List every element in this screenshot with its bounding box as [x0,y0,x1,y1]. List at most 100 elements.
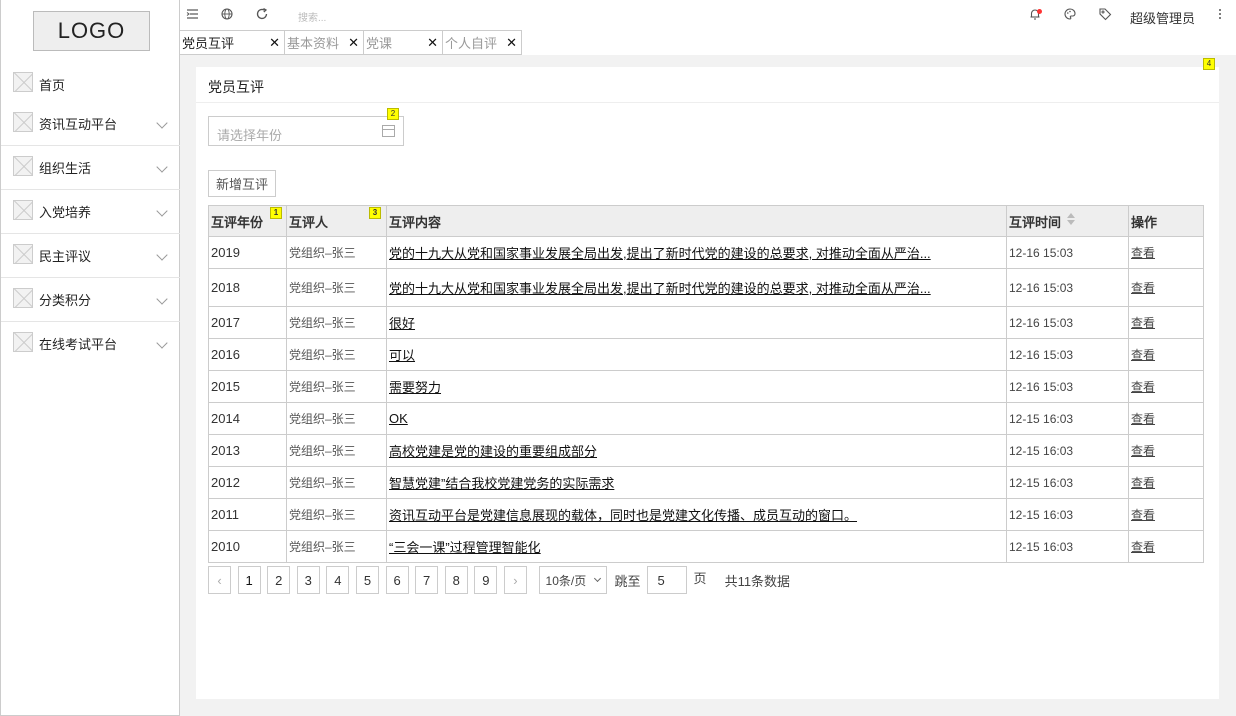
header-time[interactable]: 互评时间 [1006,205,1129,237]
content-link[interactable]: 智慧党建”结合我校党建党务的实际需求 [389,476,614,491]
close-icon[interactable]: ✕ [427,35,438,51]
close-icon[interactable]: ✕ [506,35,517,51]
pagination: ‹ 123456789 › 10条/页 跳至 5 页 共11条数据 [208,565,790,595]
content-link[interactable]: 资讯互动平台是党建信息展现的载体，同时也是党建文化传播、成员互动的窗口。 [389,508,857,523]
header-reviewer: 互评人 3 [286,205,387,237]
table-row: 2017 党组织–张三 很好 12-16 15:03 查看 [208,306,1204,339]
prev-page-button[interactable]: ‹ [208,566,231,594]
sidebar-item-democratic-review[interactable]: 民主评议 [1,234,180,278]
table-header-row: 互评年份 1 互评人 3 互评内容 互评时间 操作 [208,205,1204,237]
close-icon[interactable]: ✕ [348,35,359,51]
page-unit-label: 页 [693,570,707,586]
view-link[interactable]: 查看 [1131,476,1155,490]
tab-basic-info[interactable]: 基本资料 ✕ [285,30,364,55]
annotation-badge-2: 2 [387,108,399,120]
sidebar-item-label: 首页 [39,78,66,93]
table-row: 2018 党组织–张三 党的十九大从党和国家事业发展全局出发,提出了新时代党的建设的… [208,268,1204,307]
content-link[interactable]: 高校党建是党的建设的重要组成部分 [389,444,597,459]
tab-label: 个人自评 [445,36,498,51]
cell-actions: 查看 [1128,236,1204,269]
year-picker[interactable]: 请选择年份 [208,116,404,146]
view-link[interactable]: 查看 [1131,348,1155,362]
more-vertical-icon[interactable] [1213,7,1227,21]
sidebar-item-party-training[interactable]: 入党培养 [1,190,180,234]
page-button-4[interactable]: 4 [326,566,350,594]
cell-content: 智慧党建”结合我校党建党务的实际需求 [386,466,1007,499]
cell-content: “三会一课”过程管理智能化 [386,530,1007,563]
add-review-button[interactable]: 新增互评 [208,170,276,197]
placeholder-image-icon [13,332,33,352]
cell-reviewer: 党组织–张三 [286,466,387,499]
view-link[interactable]: 查看 [1131,380,1155,394]
cell-content: 可以 [386,338,1007,371]
search-input[interactable]: 搜索... [298,9,326,24]
sort-icon[interactable] [1067,213,1077,227]
content-link[interactable]: OK [389,411,408,426]
cell-year: 2010 [208,530,287,563]
table-row: 2016 党组织–张三 可以 12-16 15:03 查看 [208,338,1204,371]
palette-icon[interactable] [1063,7,1077,21]
view-link[interactable]: 查看 [1131,316,1155,330]
view-link[interactable]: 查看 [1131,508,1155,522]
cell-actions: 查看 [1128,268,1204,307]
view-link[interactable]: 查看 [1131,246,1155,260]
placeholder-image-icon [13,112,33,132]
view-link[interactable]: 查看 [1131,540,1155,554]
sidebar-item-online-exam[interactable]: 在线考试平台 [1,322,180,366]
globe-icon[interactable] [220,7,234,21]
sidebar-item-news-platform[interactable]: 资讯互动平台 [1,102,180,146]
header-actions: 操作 [1128,205,1204,237]
page-button-8[interactable]: 8 [444,566,468,594]
jump-page-input[interactable]: 5 [646,566,687,594]
close-icon[interactable]: ✕ [269,35,280,51]
tab-party-class[interactable]: 党课 ✕ [364,30,443,55]
tab-label: 党课 [366,36,393,51]
content-panel: 党员互评 4 请选择年份 2 新增互评 互评年份 1 互评人 3 互评内容 互评… [196,58,1219,699]
page-button-1[interactable]: 1 [237,566,261,594]
table-row: 2011 党组织–张三 资讯互动平台是党建信息展现的载体，同时也是党建文化传播、成员… [208,498,1204,531]
content-link[interactable]: 很好 [389,316,415,331]
view-link[interactable]: 查看 [1131,281,1155,295]
page-button-9[interactable]: 9 [474,566,498,594]
page-button-5[interactable]: 5 [355,566,379,594]
cell-time: 12-16 15:03 [1006,236,1129,269]
sidebar-item-organization-life[interactable]: 组织生活 [1,146,180,190]
view-link[interactable]: 查看 [1131,444,1155,458]
cell-content: 很好 [386,306,1007,339]
cell-year: 2019 [208,236,287,269]
tab-member-review[interactable]: 党员互评 ✕ [180,30,285,55]
cell-content: 需要努力 [386,370,1007,403]
content-link[interactable]: 可以 [389,348,415,363]
page-button-7[interactable]: 7 [415,566,439,594]
page-title: 党员互评 [208,79,264,95]
next-page-button[interactable]: › [503,566,527,594]
page-size-select[interactable]: 10条/页 [538,566,607,594]
refresh-icon[interactable] [255,7,269,21]
chevron-down-icon [156,249,168,261]
content-link[interactable]: 党的十九大从党和国家事业发展全局出发,提出了新时代党的建设的总要求, 对推动全面… [389,246,931,261]
cell-content: 资讯互动平台是党建信息展现的载体，同时也是党建文化传播、成员互动的窗口。 [386,498,1007,531]
page-button-6[interactable]: 6 [385,566,409,594]
menu-toggle-icon[interactable] [186,7,200,21]
chevron-down-icon [156,337,168,349]
view-link[interactable]: 查看 [1131,412,1155,426]
sidebar-item-home[interactable]: 首页 [1,62,180,102]
user-name[interactable]: 超级管理员 [1130,8,1195,27]
cell-year: 2011 [208,498,287,531]
cell-year: 2013 [208,434,287,467]
sidebar-item-category-points[interactable]: 分类积分 [1,278,180,322]
cell-content: 高校党建是党的建设的重要组成部分 [386,434,1007,467]
top-bar: 搜索... 超级管理员 [180,0,1236,30]
cell-reviewer: 党组织–张三 [286,530,387,563]
cell-content: 党的十九大从党和国家事业发展全局出发,提出了新时代党的建设的总要求, 对推动全面… [386,268,1007,307]
page-button-2[interactable]: 2 [267,566,291,594]
page-button-3[interactable]: 3 [296,566,320,594]
tab-self-review[interactable]: 个人自评 ✕ [443,30,522,55]
cell-time: 12-15 16:03 [1006,530,1129,563]
content-link[interactable]: 需要努力 [389,380,441,395]
content-link[interactable]: “三会一课”过程管理智能化 [389,540,541,555]
header-year[interactable]: 互评年份 1 [208,205,287,237]
cell-time: 12-16 15:03 [1006,306,1129,339]
content-link[interactable]: 党的十九大从党和国家事业发展全局出发,提出了新时代党的建设的总要求, 对推动全面… [389,281,931,296]
tag-icon[interactable] [1098,7,1112,21]
